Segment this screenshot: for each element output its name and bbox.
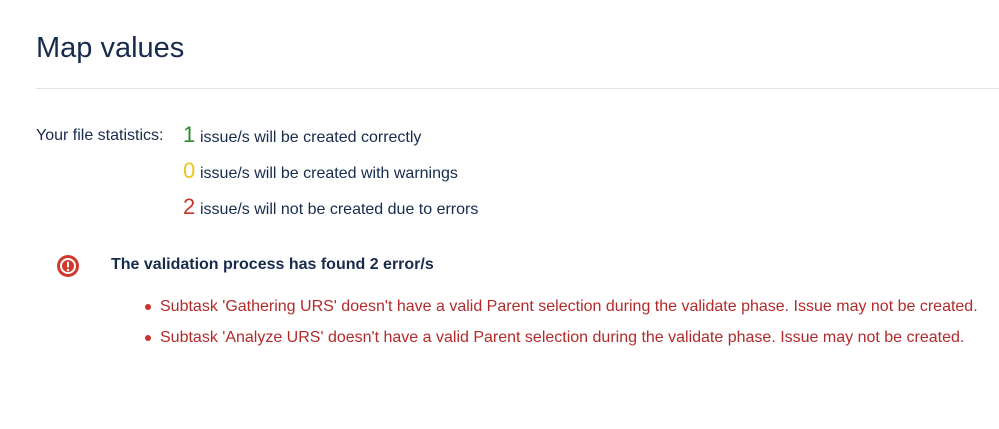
error-icon — [56, 254, 80, 278]
stat-created-correctly: 1 issue/s will be created correctly — [183, 122, 421, 152]
stat-text-warnings: issue/s will be created with warnings — [200, 165, 458, 182]
error-message: Subtask 'Analyze URS' doesn't have a val… — [160, 329, 965, 346]
title-divider — [36, 88, 999, 89]
stat-count-correct: 1 — [183, 122, 196, 147]
stat-created-with-warnings: 0 issue/s will be created with warnings — [183, 158, 458, 188]
error-message: Subtask 'Gathering URS' doesn't have a v… — [160, 298, 978, 315]
stats-label: Your file statistics: — [36, 127, 164, 144]
page-title: Map values — [36, 32, 185, 64]
stat-not-created-errors: 2 issue/s will not be created due to err… — [183, 194, 478, 224]
stat-count-warnings: 0 — [183, 158, 196, 183]
error-item: Subtask 'Analyze URS' doesn't have a val… — [145, 325, 990, 350]
stat-count-errors: 2 — [183, 194, 196, 219]
validation-title: The validation process has found 2 error… — [111, 256, 434, 273]
stat-text-errors: issue/s will not be created due to error… — [200, 201, 479, 218]
stat-text-correct: issue/s will be created correctly — [200, 129, 422, 146]
error-bullet-icon — [145, 304, 151, 310]
error-list: Subtask 'Gathering URS' doesn't have a v… — [145, 294, 990, 356]
error-item: Subtask 'Gathering URS' doesn't have a v… — [145, 294, 990, 319]
error-bullet-icon — [145, 335, 151, 341]
